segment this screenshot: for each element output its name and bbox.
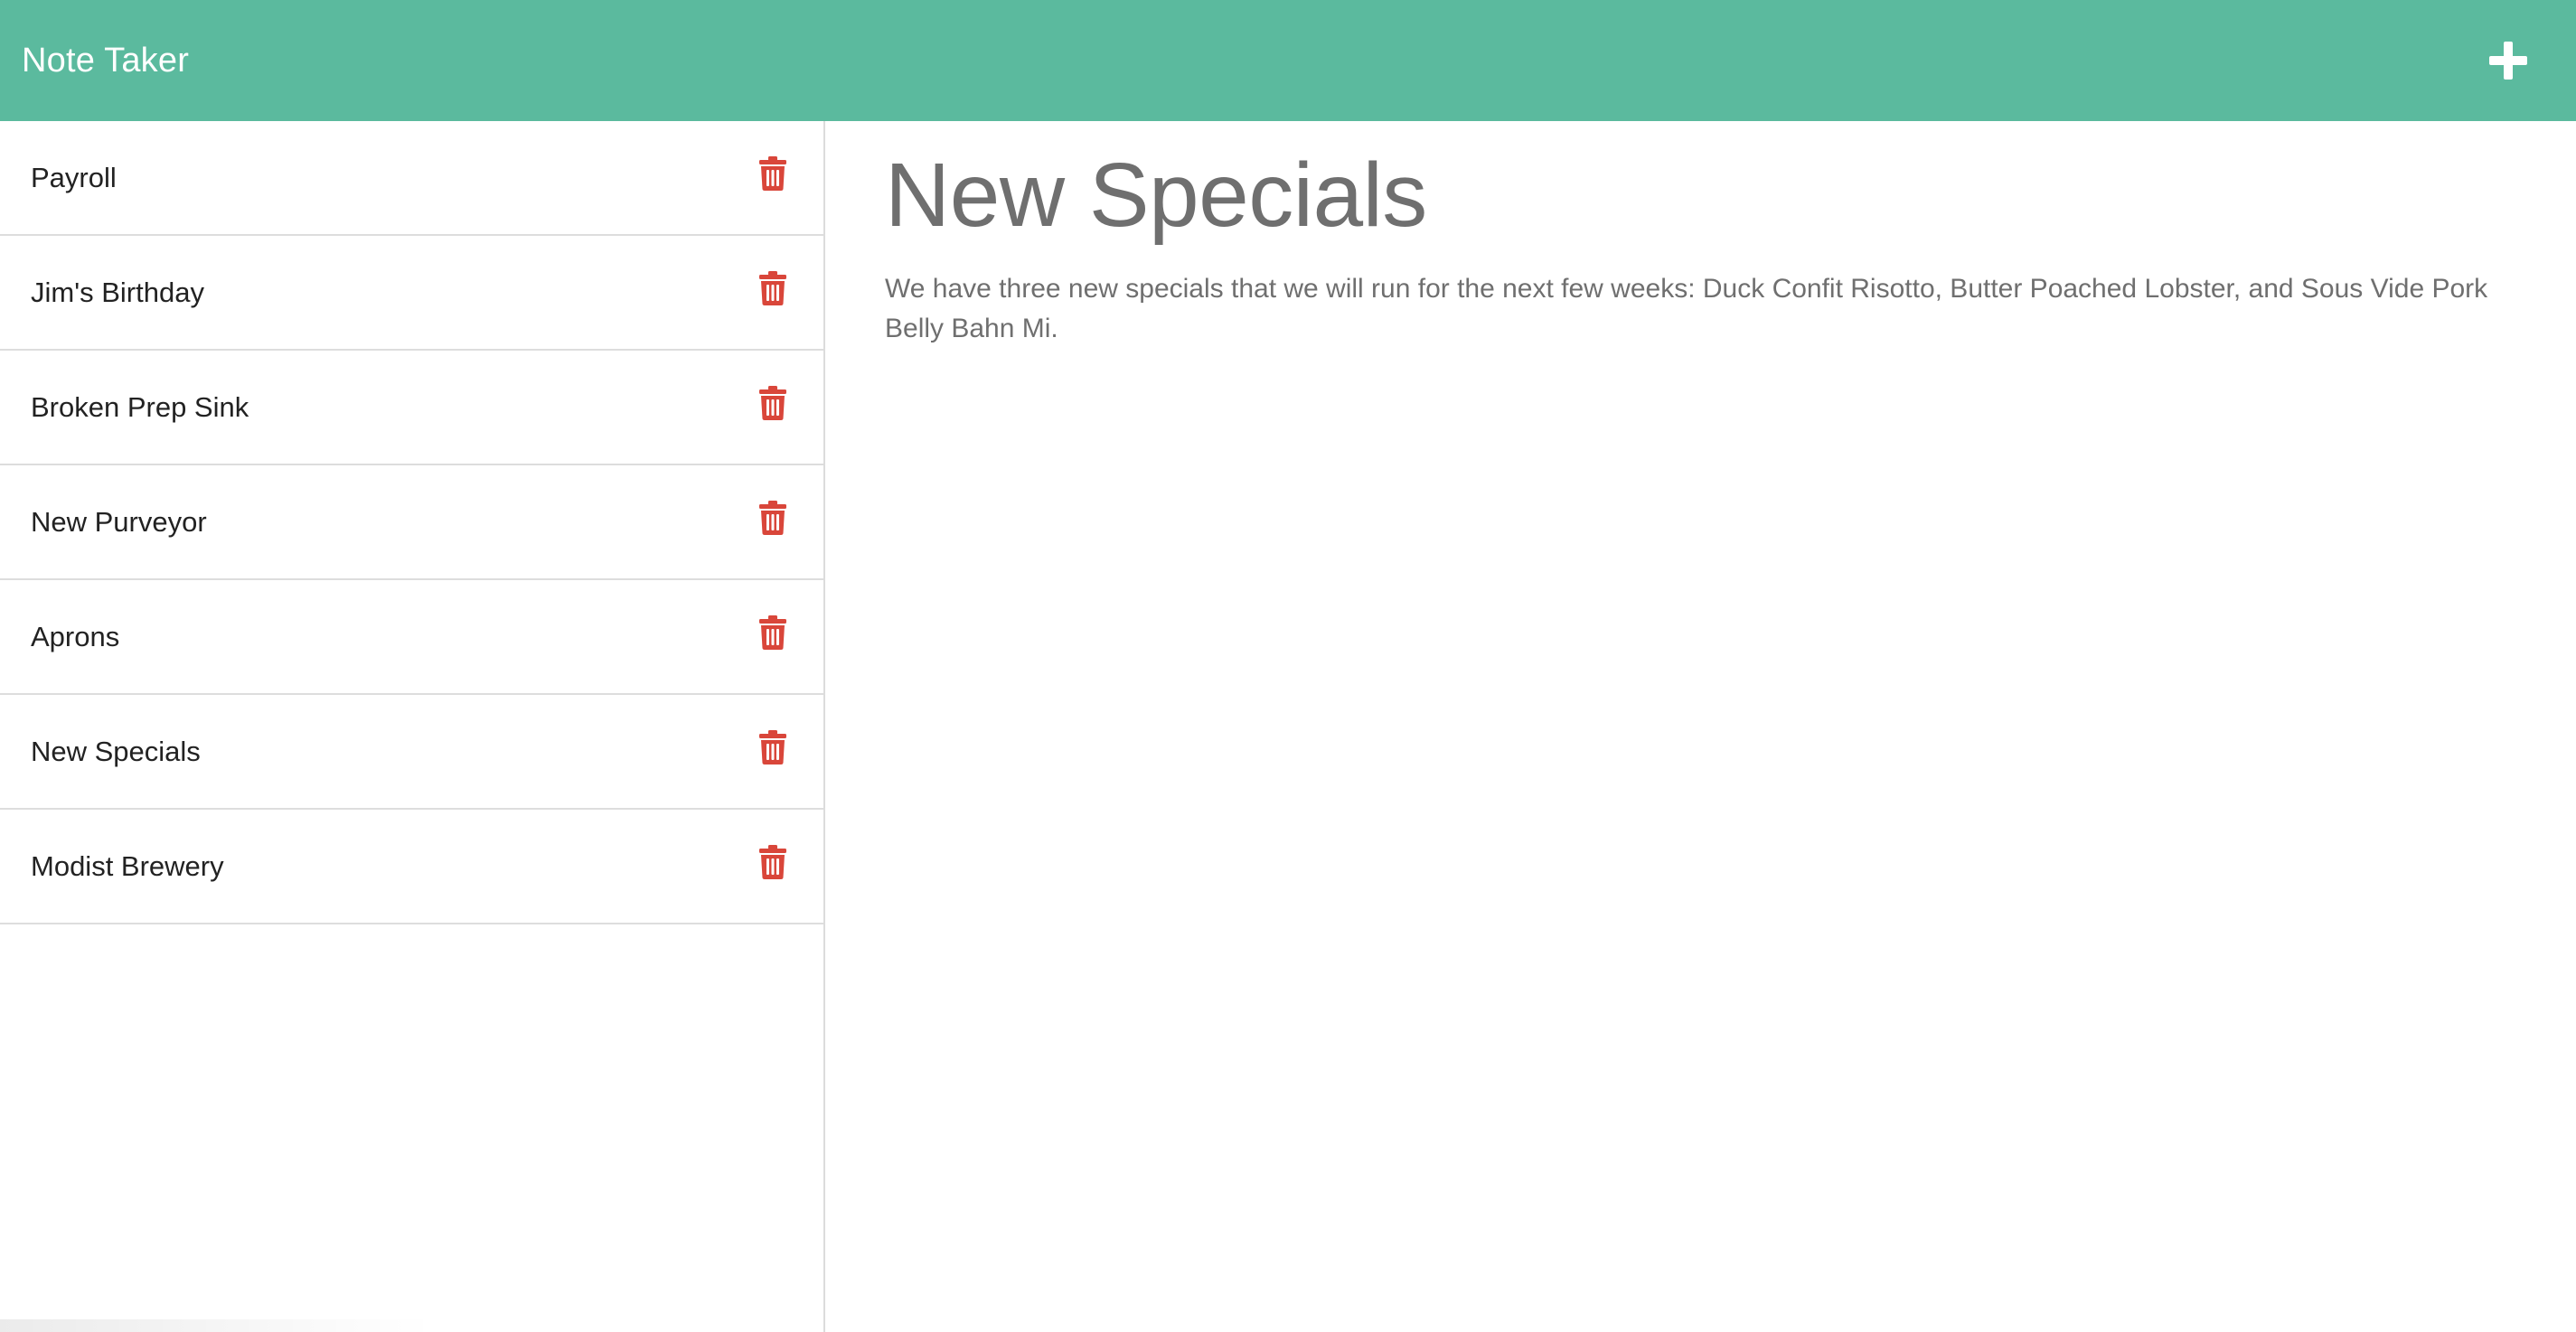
- delete-note-button[interactable]: [757, 613, 789, 652]
- delete-note-button[interactable]: [757, 842, 789, 882]
- sidebar-item-5[interactable]: New Specials: [0, 695, 823, 810]
- note-viewer: New Specials We have three new specials …: [827, 121, 2576, 1332]
- note-item-title: New Purveyor: [31, 505, 207, 538]
- sidebar-item-1[interactable]: Jim's Birthday: [0, 236, 823, 351]
- note-title[interactable]: New Specials: [885, 141, 2540, 249]
- delete-note-button[interactable]: [757, 727, 789, 767]
- note-list: Payroll Jim's Birthday Broken Prep Sink …: [0, 121, 823, 924]
- note-text[interactable]: We have three new specials that we will …: [885, 269, 2539, 349]
- sidebar-item-4[interactable]: Aprons: [0, 580, 823, 695]
- trash-icon: [759, 155, 786, 191]
- delete-note-button[interactable]: [757, 383, 789, 423]
- trash-icon: [759, 270, 786, 305]
- trash-icon: [759, 729, 786, 764]
- bottom-shadow: [0, 1319, 434, 1332]
- sidebar-item-0[interactable]: Payroll: [0, 121, 823, 236]
- plus-icon: [2489, 42, 2527, 80]
- delete-note-button[interactable]: [757, 154, 789, 193]
- note-item-title: New Specials: [31, 735, 201, 767]
- sidebar-item-6[interactable]: Modist Brewery: [0, 810, 823, 924]
- trash-icon: [759, 614, 786, 650]
- note-item-title: Payroll: [31, 161, 117, 193]
- trash-icon: [759, 385, 786, 420]
- app-title: Note Taker: [22, 41, 190, 80]
- sidebar-item-2[interactable]: Broken Prep Sink: [0, 351, 823, 465]
- note-item-title: Modist Brewery: [31, 849, 224, 882]
- navbar: Note Taker: [0, 0, 2576, 121]
- notes-sidebar: Payroll Jim's Birthday Broken Prep Sink …: [0, 121, 825, 1332]
- trash-icon: [759, 500, 786, 535]
- add-note-button[interactable]: [2482, 34, 2534, 87]
- note-taker-app: Note Taker Payroll Jim's Birthday Broken…: [0, 0, 2576, 1332]
- note-item-title: Aprons: [31, 620, 120, 652]
- delete-note-button[interactable]: [757, 498, 789, 538]
- sidebar-item-3[interactable]: New Purveyor: [0, 465, 823, 580]
- trash-icon: [759, 844, 786, 879]
- note-item-title: Broken Prep Sink: [31, 390, 249, 423]
- delete-note-button[interactable]: [757, 268, 789, 308]
- note-item-title: Jim's Birthday: [31, 276, 204, 308]
